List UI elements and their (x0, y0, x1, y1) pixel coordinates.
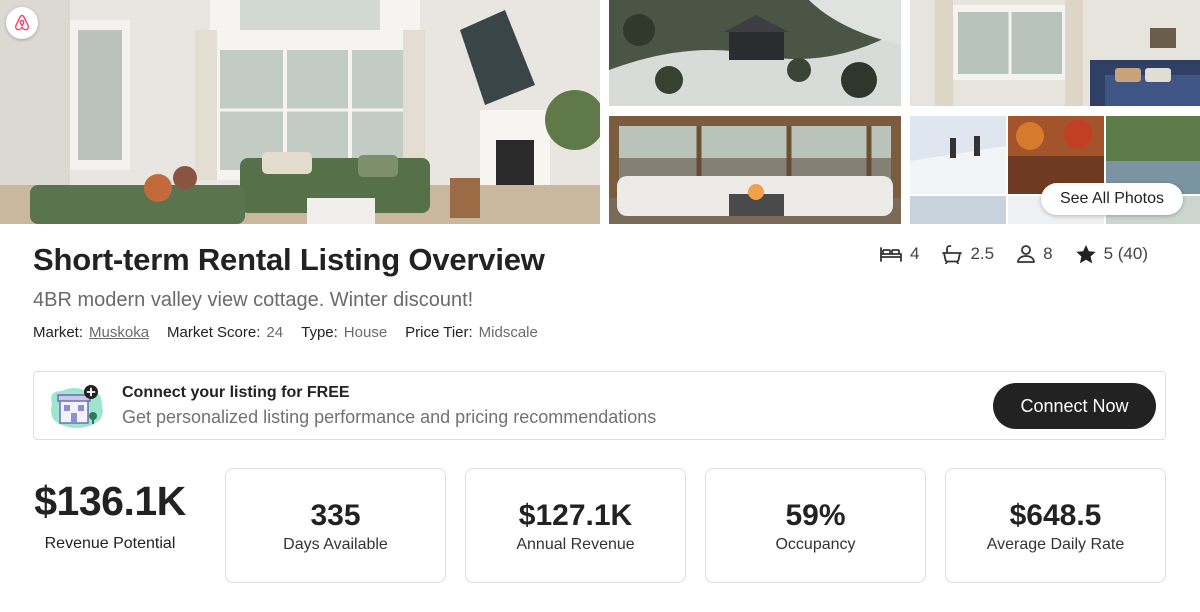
bathrooms-count: 2.5 (970, 244, 995, 263)
market-score-label: Market Score: (167, 324, 261, 341)
days-available-card: 335 Days Available (225, 468, 446, 583)
revenue-potential-value: $136.1K (34, 478, 186, 524)
market-meta: Market: Muskoka (33, 324, 149, 341)
average-daily-rate-card: $648.5 Average Daily Rate (945, 468, 1166, 583)
market-link[interactable]: Muskoka (89, 324, 149, 341)
connect-now-button[interactable]: Connect Now (993, 383, 1156, 429)
days-available-label: Days Available (283, 536, 388, 553)
airbnb-logo-icon (6, 7, 38, 39)
annual-revenue-card: $127.1K Annual Revenue (465, 468, 686, 583)
guests-stat: 8 (1016, 244, 1053, 264)
bathtub-icon (942, 245, 963, 264)
photo-screened-deck[interactable] (609, 116, 901, 224)
bathrooms-stat: 2.5 (941, 244, 994, 264)
photo-gallery: See All Photos (0, 0, 1200, 224)
occupancy-label: Occupancy (775, 536, 856, 553)
photo-bedroom[interactable] (910, 0, 1200, 106)
bedrooms-count: 4 (910, 244, 920, 263)
listing-subtitle: 4BR modern valley view cottage. Winter d… (33, 289, 474, 311)
annual-revenue-value: $127.1K (518, 499, 633, 532)
market-score-meta: Market Score: 24 (167, 324, 283, 341)
listing-meta: Market: Muskoka Market Score: 24 Type: Hous… (33, 324, 538, 341)
rating-value: 5 (40) (1103, 244, 1148, 263)
market-score-value: 24 (266, 324, 284, 341)
days-available-value: 335 (310, 499, 361, 532)
market-label: Market: (33, 324, 84, 341)
revenue-potential-metric: $136.1K Revenue Potential (20, 478, 200, 553)
type-meta: Type: House (301, 324, 387, 341)
price-tier-value: Midscale (478, 324, 538, 341)
star-icon (1075, 245, 1096, 264)
bedrooms-stat: 4 (879, 244, 919, 264)
photo-living-room[interactable] (0, 0, 600, 224)
type-label: Type: (301, 324, 338, 341)
listing-stats: 4 2.5 8 5 (40) (879, 244, 1148, 264)
page-title: Short-term Rental Listing Overview (33, 242, 545, 277)
rating-stat: 5 (40) (1075, 244, 1148, 264)
price-tier-label: Price Tier: (405, 324, 473, 341)
banner-subtitle: Get personalized listing performance and… (122, 407, 657, 427)
bed-icon (880, 247, 902, 262)
occupancy-card: 59% Occupancy (705, 468, 926, 583)
house-listing-icon (51, 385, 103, 428)
type-value: House (343, 324, 388, 341)
see-all-photos-button[interactable]: See All Photos (1041, 183, 1183, 215)
banner-title: Connect your listing for FREE (122, 384, 350, 401)
average-daily-rate-value: $648.5 (1009, 499, 1102, 532)
price-tier-meta: Price Tier: Midscale (405, 324, 538, 341)
average-daily-rate-label: Average Daily Rate (986, 536, 1125, 553)
guests-count: 8 (1043, 244, 1053, 263)
photo-aerial-view[interactable] (609, 0, 901, 106)
person-icon (1017, 245, 1036, 263)
connect-listing-banner: Connect your listing for FREE Get person… (33, 371, 1166, 440)
annual-revenue-label: Annual Revenue (516, 536, 635, 553)
revenue-potential-label: Revenue Potential (44, 535, 176, 552)
occupancy-value: 59% (785, 499, 846, 532)
